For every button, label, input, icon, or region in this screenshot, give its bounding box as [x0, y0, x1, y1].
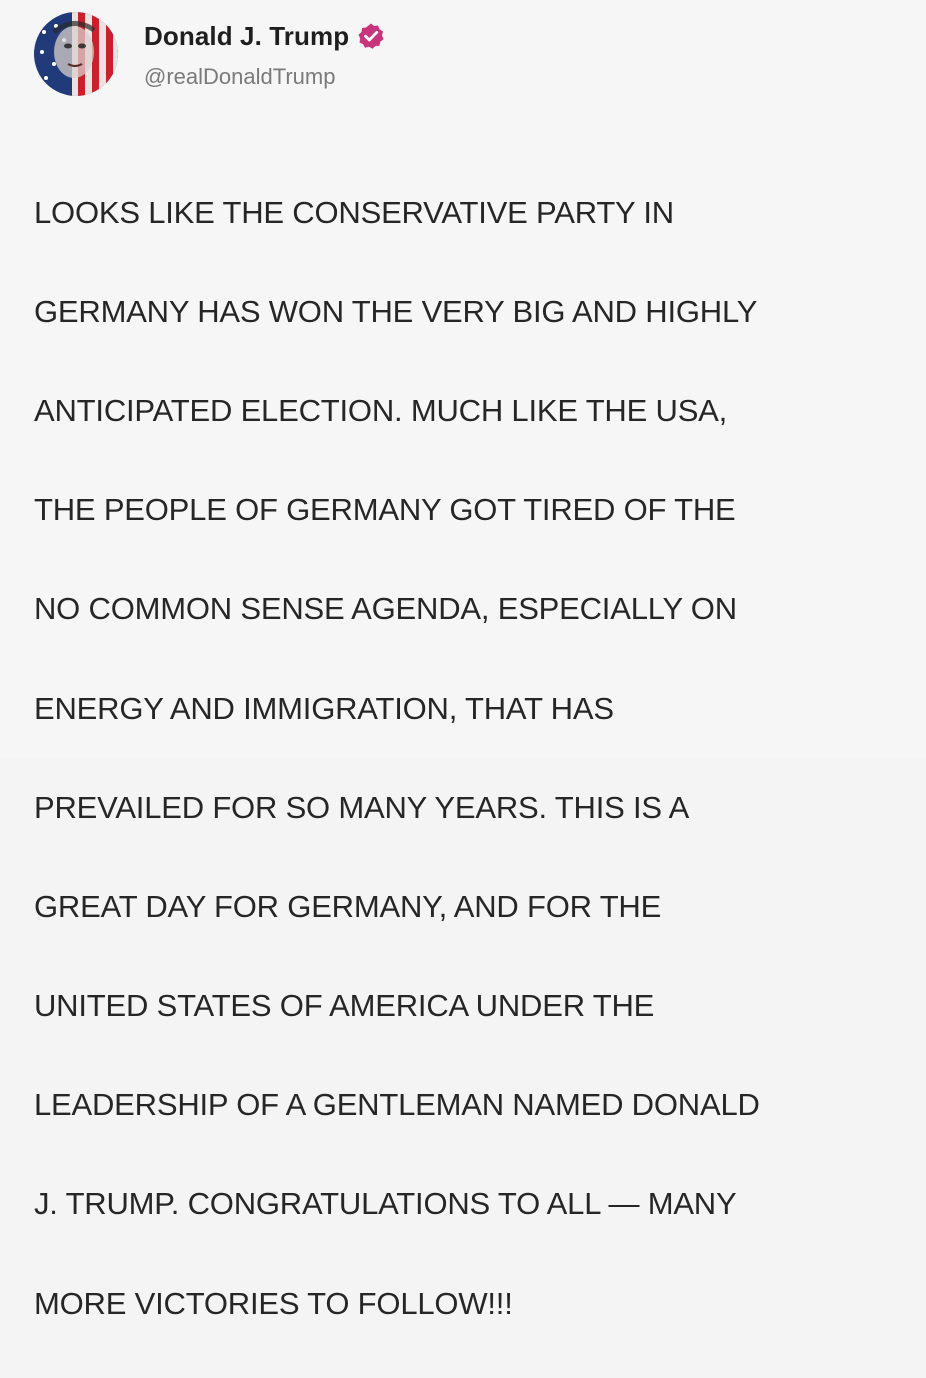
author-handle[interactable]: @realDonaldTrump	[144, 64, 385, 90]
post-text-line: THE PEOPLE OF GERMANY GOT TIRED OF THE	[34, 492, 736, 528]
post-header: Donald J. Trump @realDonaldTrump	[34, 12, 385, 96]
name-row: Donald J. Trump	[144, 21, 385, 52]
post-text-line: MORE VICTORIES TO FOLLOW!!!	[34, 1285, 513, 1321]
post-text-line: GERMANY HAS WON THE VERY BIG AND HIGHLY	[34, 293, 758, 329]
avatar-image	[34, 12, 118, 96]
post-text-line: NO COMMON SENSE AGENDA, ESPECIALLY ON	[34, 591, 737, 627]
avatar[interactable]	[34, 12, 118, 96]
post-text-line: ENERGY AND IMMIGRATION, THAT HAS	[34, 690, 614, 726]
verified-badge-icon	[357, 22, 385, 50]
post-text-line: UNITED STATES OF AMERICA UNDER THE	[34, 988, 655, 1024]
post-text-line: LEADERSHIP OF A GENTLEMAN NAMED DONALD	[34, 1087, 760, 1123]
post-text-line: ANTICIPATED ELECTION. MUCH LIKE THE USA,	[34, 392, 728, 428]
author-display-name[interactable]: Donald J. Trump	[144, 21, 349, 52]
post-text-line: PREVAILED FOR SO MANY YEARS. THIS IS A	[34, 789, 690, 825]
post-text-line: LOOKS LIKE THE CONSERVATIVE PARTY IN	[34, 194, 674, 230]
post-text-line: J. TRUMP. CONGRATULATIONS TO ALL — MANY	[34, 1186, 737, 1222]
post-text-line: GREAT DAY FOR GERMANY, AND FOR THE	[34, 888, 662, 924]
post-card: Donald J. Trump @realDonaldTrump LOOKS L…	[0, 0, 926, 1321]
author-block: Donald J. Trump @realDonaldTrump	[144, 19, 385, 90]
